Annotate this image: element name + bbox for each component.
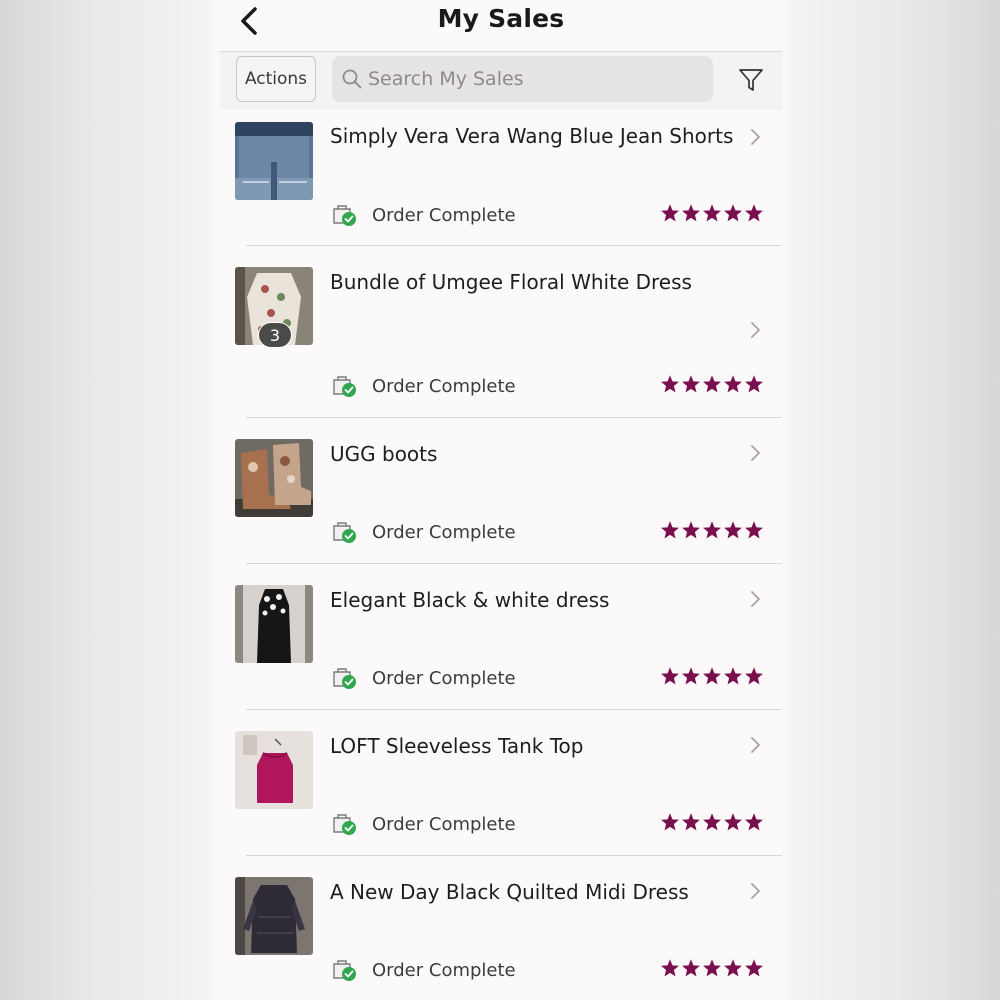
item-title: LOFT Sleeveless Tank Top	[330, 734, 584, 758]
item-thumbnail	[235, 731, 313, 809]
rating-stars	[660, 203, 764, 223]
star-icon	[661, 667, 679, 685]
search-input[interactable]	[368, 68, 688, 90]
item-title: A New Day Black Quilted Midi Dress	[330, 880, 689, 904]
star-icon	[682, 375, 700, 393]
star-icon	[661, 375, 679, 393]
rating-stars	[660, 520, 764, 540]
rating-stars	[660, 374, 764, 394]
item-title: Simply Vera Vera Wang Blue Jean Shorts	[330, 124, 734, 148]
order-status: Order Complete	[332, 203, 516, 227]
star-icon	[745, 813, 763, 831]
star-icon	[745, 204, 763, 222]
star-icon	[703, 375, 721, 393]
item-thumbnail	[235, 877, 313, 955]
bundle-count-badge: 3	[258, 322, 292, 348]
ugg-boots-image	[235, 439, 313, 517]
status-label: Order Complete	[372, 667, 516, 689]
tank-top-image	[235, 731, 313, 809]
star-icon	[724, 521, 742, 539]
star-icon	[745, 375, 763, 393]
actions-button[interactable]: Actions	[236, 56, 316, 102]
jean-shorts-image	[235, 122, 313, 200]
sales-list: Simply Vera Vera Wang Blue Jean Shorts O…	[220, 110, 782, 1000]
sales-screen: My Sales Actions Search My Sales Simply …	[220, 0, 782, 1000]
sale-list-item[interactable]: Simply Vera Vera Wang Blue Jean Shorts O…	[220, 110, 782, 246]
item-title: Bundle of Umgee Floral White Dress	[330, 270, 692, 294]
black-white-dress-image	[235, 585, 313, 663]
sale-list-item[interactable]: 3 Bundle of Umgee Floral White Dress Ord…	[220, 246, 782, 418]
search-field[interactable]	[332, 56, 713, 102]
rating-stars	[660, 958, 764, 978]
sale-list-item[interactable]: LOFT Sleeveless Tank Top Order Complete	[220, 710, 782, 856]
filter-button[interactable]	[736, 66, 766, 94]
order-complete-icon	[333, 814, 356, 835]
search-icon	[342, 69, 362, 89]
star-icon	[724, 204, 742, 222]
star-icon	[703, 521, 721, 539]
order-status: Order Complete	[332, 520, 516, 544]
rating-stars	[660, 812, 764, 832]
star-icon	[703, 813, 721, 831]
star-icon	[661, 813, 679, 831]
star-icon	[682, 813, 700, 831]
order-complete-icon	[333, 668, 356, 689]
sale-list-item[interactable]: A New Day Black Quilted Midi Dress Order…	[220, 856, 782, 1000]
sale-list-item[interactable]: Elegant Black & white dress Order Comple…	[220, 564, 782, 710]
rating-stars	[660, 666, 764, 686]
order-status: Order Complete	[332, 958, 516, 982]
status-label: Order Complete	[372, 959, 516, 981]
item-title: Elegant Black & white dress	[330, 588, 610, 612]
order-status: Order Complete	[332, 374, 516, 398]
star-icon	[682, 667, 700, 685]
star-icon	[661, 204, 679, 222]
status-label: Order Complete	[372, 375, 516, 397]
item-thumbnail	[235, 585, 313, 663]
status-label: Order Complete	[372, 521, 516, 543]
star-icon	[724, 813, 742, 831]
page-title: My Sales	[437, 4, 565, 33]
filter-icon	[739, 69, 763, 91]
order-status: Order Complete	[332, 812, 516, 836]
star-icon	[724, 959, 742, 977]
toolbar: Actions	[220, 52, 782, 110]
star-icon	[703, 204, 721, 222]
star-icon	[745, 521, 763, 539]
star-icon	[745, 959, 763, 977]
order-status: Order Complete	[332, 666, 516, 690]
star-icon	[661, 521, 679, 539]
order-complete-icon	[333, 376, 356, 397]
order-complete-icon	[333, 960, 356, 981]
chevron-right-icon	[751, 737, 760, 753]
status-label: Order Complete	[372, 813, 516, 835]
item-title: UGG boots	[330, 442, 438, 466]
chevron-right-icon	[751, 591, 760, 607]
item-thumbnail	[235, 439, 313, 517]
order-complete-icon	[333, 522, 356, 543]
chevron-right-icon	[751, 129, 760, 145]
star-icon	[682, 959, 700, 977]
sale-list-item[interactable]: UGG boots Order Complete	[220, 418, 782, 564]
chevron-right-icon	[751, 322, 760, 338]
star-icon	[661, 959, 679, 977]
star-icon	[724, 667, 742, 685]
star-icon	[703, 959, 721, 977]
star-icon	[724, 375, 742, 393]
star-icon	[703, 667, 721, 685]
star-icon	[745, 667, 763, 685]
star-icon	[682, 521, 700, 539]
chevron-right-icon	[751, 445, 760, 461]
status-label: Order Complete	[372, 204, 516, 226]
order-complete-icon	[333, 205, 356, 226]
nav-header: My Sales	[220, 0, 782, 52]
item-thumbnail	[235, 122, 313, 200]
quilted-dress-image	[235, 877, 313, 955]
chevron-right-icon	[751, 883, 760, 899]
star-icon	[682, 204, 700, 222]
